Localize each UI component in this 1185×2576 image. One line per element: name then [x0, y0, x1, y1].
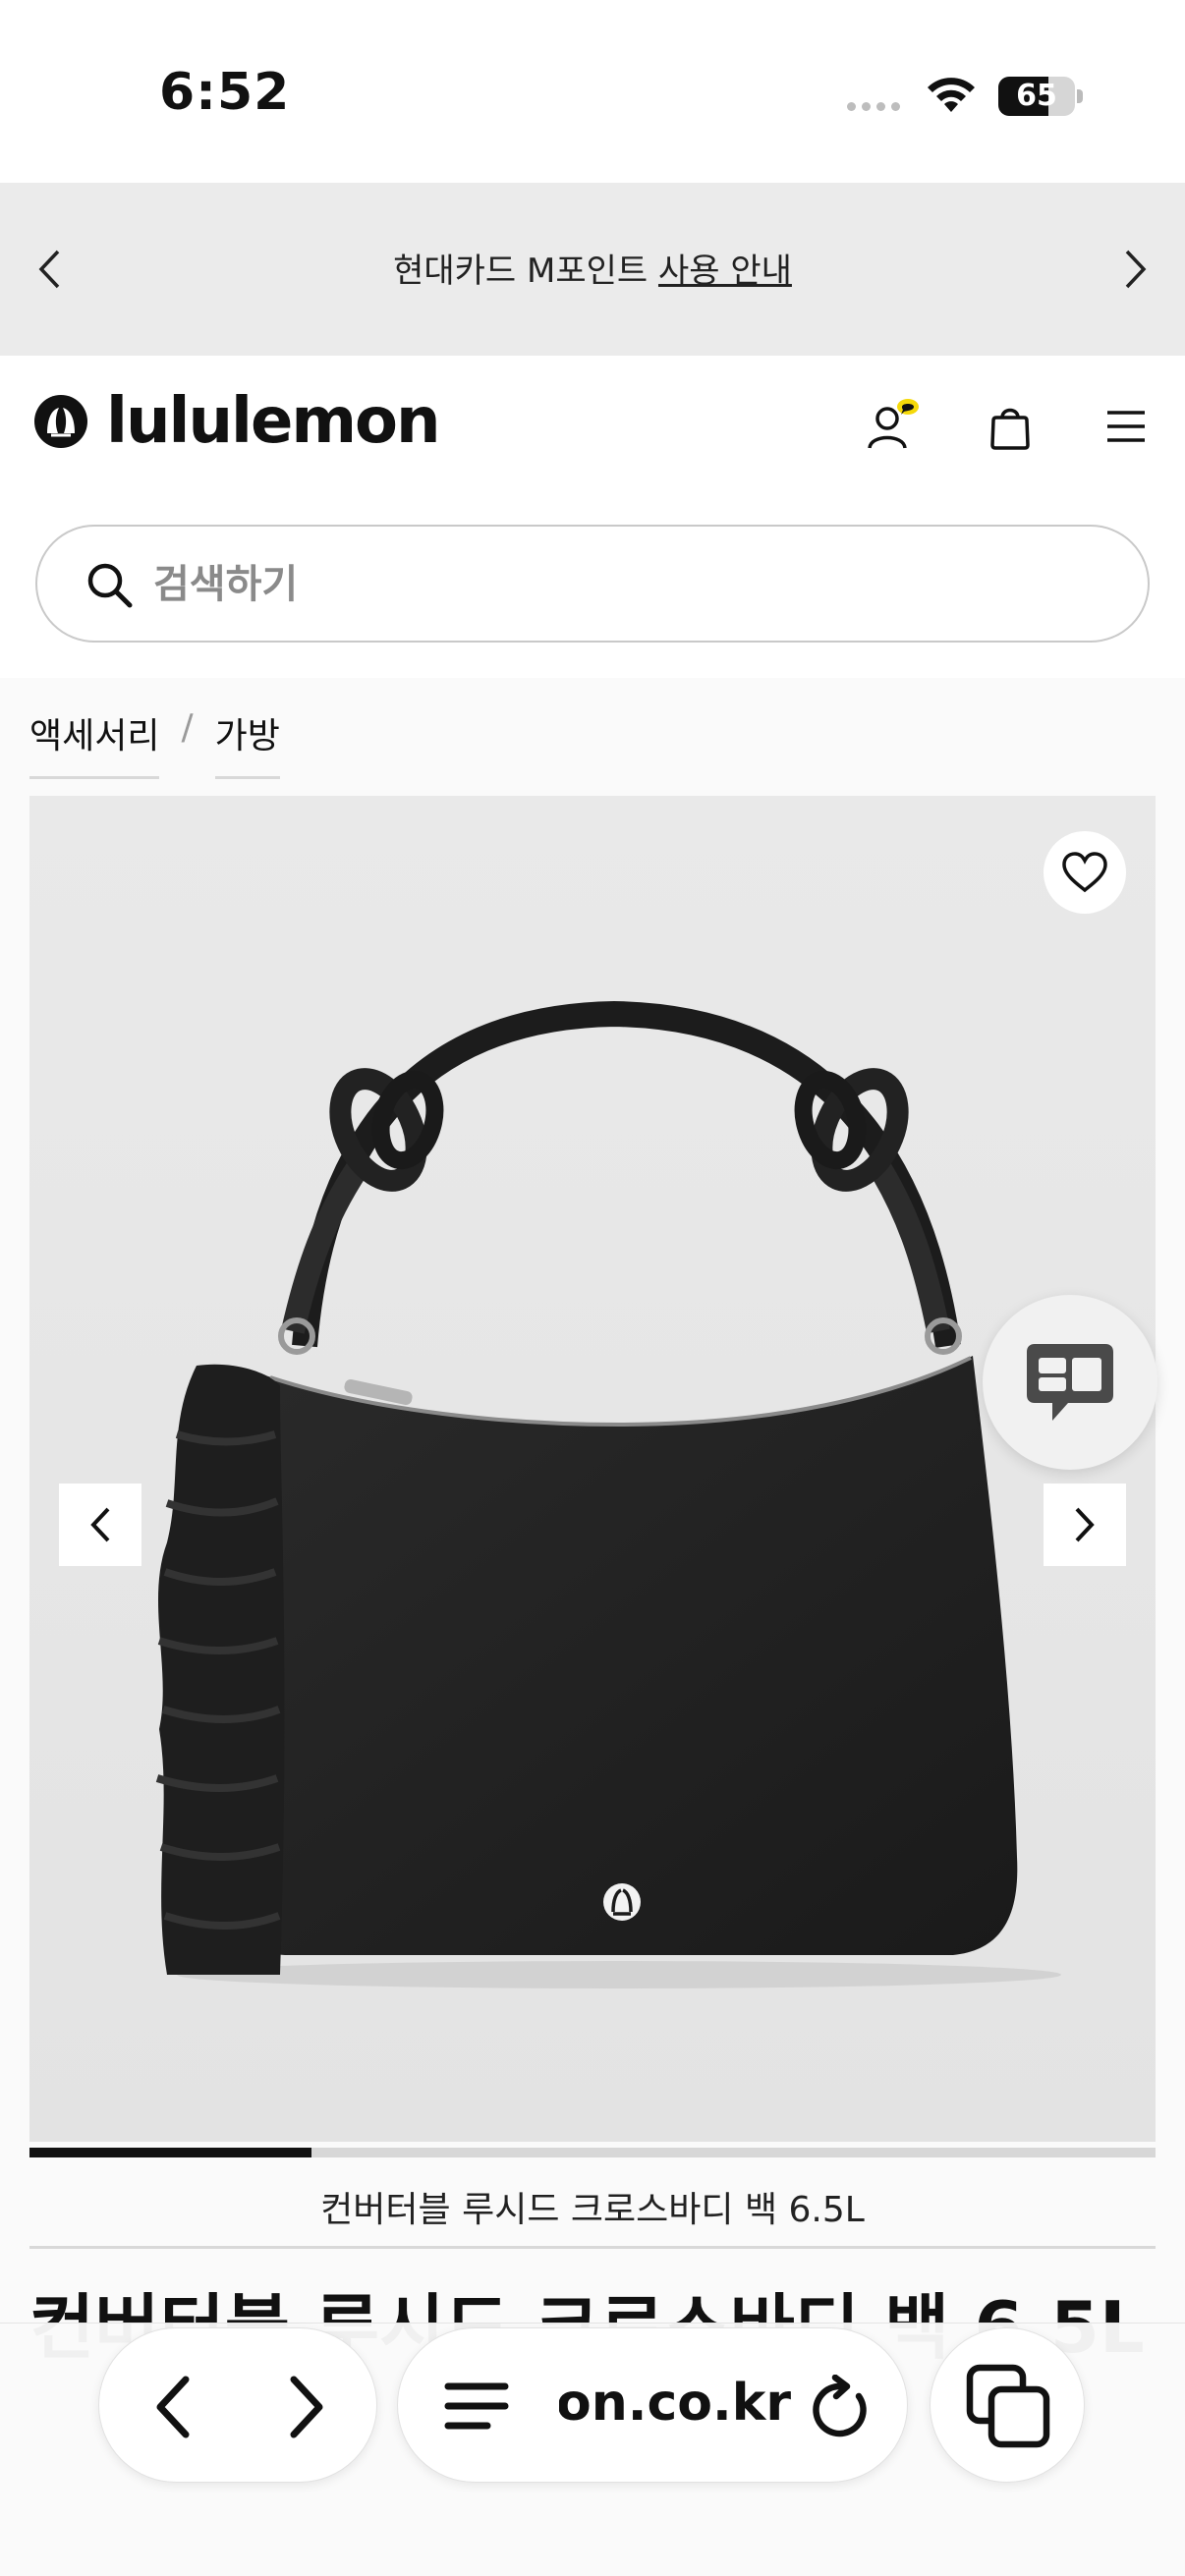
favorite-button[interactable]	[1044, 831, 1126, 914]
shopping-bag-icon	[990, 408, 1030, 450]
tabs-icon-wrap	[964, 2362, 1052, 2450]
status-time: 6:52	[159, 63, 291, 122]
account-button[interactable]	[861, 397, 920, 456]
promo-next-button[interactable]	[1108, 234, 1163, 305]
status-bar: 6:52 65	[0, 0, 1185, 183]
tabs-button[interactable]	[930, 2327, 1085, 2483]
promo-text: 현대카드 M포인트 사용 안내	[0, 244, 1185, 292]
promo-link[interactable]: 사용 안내	[658, 252, 792, 291]
page-menu-icon	[444, 2382, 509, 2430]
brand-name: lululemon	[106, 385, 441, 458]
image-caption: 컨버터블 루시드 크로스바디 백 6.5L	[320, 2190, 865, 2230]
cellular-dots-icon	[847, 102, 900, 111]
battery-icon: 65	[998, 77, 1083, 116]
forward-icon	[290, 2376, 323, 2438]
breadcrumb-separator: /	[181, 707, 194, 748]
reload-icon	[813, 2375, 867, 2437]
forward-button[interactable]	[268, 2368, 347, 2446]
heart-icon	[1062, 852, 1107, 893]
back-icon	[156, 2376, 190, 2438]
page-menu-button[interactable]	[437, 2372, 516, 2440]
chat-icon	[1027, 1344, 1113, 1421]
battery-level: 65	[1016, 79, 1057, 113]
product-image	[29, 796, 1156, 2142]
chevron-left-icon	[90, 1507, 110, 1542]
gallery-next-button[interactable]	[1044, 1484, 1126, 1566]
address-bar[interactable]: lululemon.co.kr	[397, 2327, 908, 2483]
menu-button[interactable]	[1097, 397, 1156, 456]
promo-text-prefix: 현대카드 M포인트	[393, 252, 658, 291]
site-header: lululemon	[0, 356, 1185, 503]
breadcrumb: 액세서리 / 가방	[29, 707, 280, 779]
tabs-icon	[966, 2364, 1050, 2448]
account-icon	[868, 399, 919, 449]
brand-logo[interactable]: lululemon	[33, 385, 441, 458]
wifi-icon	[928, 78, 975, 112]
navigation-pill	[98, 2327, 377, 2483]
product-area: 액세서리 / 가방 컨버터블 루시드 크로스바디 백 6.5L	[0, 678, 1185, 2576]
product-image-gallery[interactable]	[29, 796, 1156, 2142]
divider	[29, 2246, 1156, 2249]
search-bar[interactable]	[35, 525, 1150, 643]
gallery-prev-button[interactable]	[59, 1484, 141, 1566]
gallery-progress	[29, 2148, 1156, 2157]
browser-toolbar: lululemon.co.kr	[0, 2323, 1185, 2576]
lululemon-logo-icon	[34, 395, 87, 448]
promo-banner: 현대카드 M포인트 사용 안내	[0, 183, 1185, 356]
chat-button[interactable]	[983, 1295, 1157, 1470]
url-value: lululemon.co.kr	[559, 2374, 791, 2433]
cart-button[interactable]	[981, 397, 1040, 456]
back-button[interactable]	[133, 2368, 211, 2446]
search-input[interactable]	[153, 552, 1116, 617]
menu-icon	[1107, 411, 1145, 442]
url-text: lululemon.co.kr	[559, 2374, 791, 2433]
breadcrumb-item-accessories[interactable]: 액세서리	[29, 707, 160, 779]
chevron-right-icon	[1125, 250, 1147, 289]
reload-button[interactable]	[801, 2368, 879, 2446]
chevron-right-icon	[1075, 1507, 1095, 1542]
breadcrumb-item-bags[interactable]: 가방	[214, 707, 280, 779]
search-icon	[87, 563, 133, 608]
